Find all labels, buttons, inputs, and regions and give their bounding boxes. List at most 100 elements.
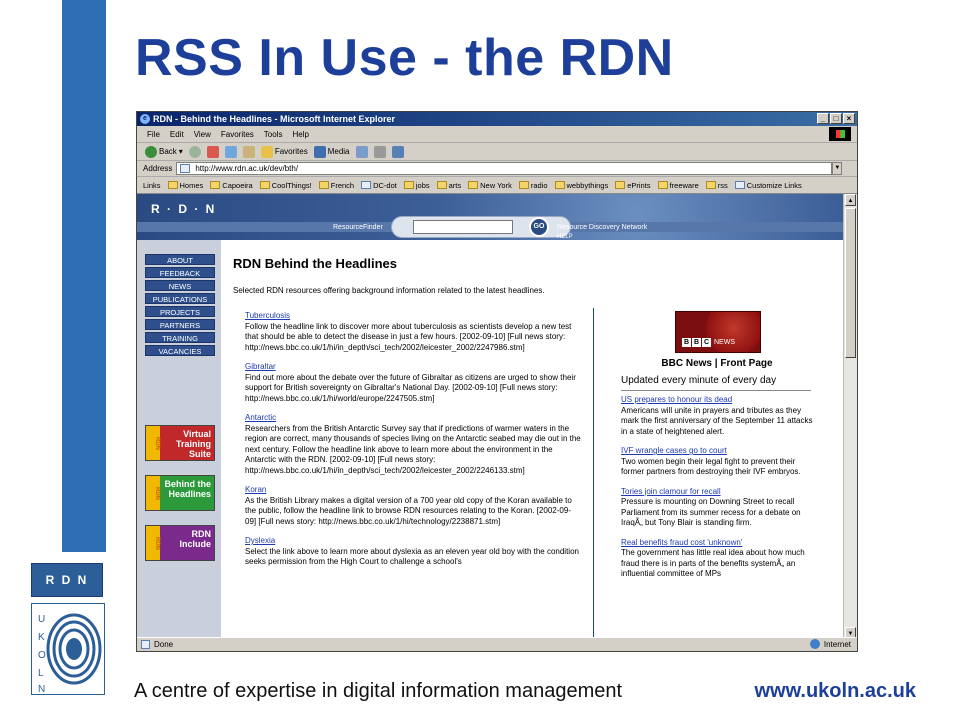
feed-link[interactable]: Real benefits fraud cost 'unknown' <box>621 538 817 549</box>
link-rss[interactable]: rss <box>705 181 728 190</box>
links-bar: Links Homes Capoeira CoolThings! French … <box>137 177 857 194</box>
link-customize-links[interactable]: Customize Links <box>734 181 802 190</box>
link-radio[interactable]: radio <box>518 181 548 190</box>
feed-link[interactable]: Tories join clamour for recall <box>621 487 817 498</box>
stop-icon[interactable] <box>206 145 219 158</box>
menu-file[interactable]: File <box>147 130 160 139</box>
minimize-button[interactable]: _ <box>817 113 829 124</box>
link-french[interactable]: French <box>318 181 354 190</box>
forward-arrow-icon[interactable] <box>188 145 201 158</box>
favorites-button[interactable]: Favorites <box>260 145 308 158</box>
headline-body: As the British Library makes a digital v… <box>245 495 572 526</box>
headline-link[interactable]: Tuberculosis <box>245 311 581 322</box>
nav-news[interactable]: NEWS <box>145 280 215 291</box>
link-webbythings[interactable]: webbythings <box>554 181 608 190</box>
link-arts[interactable]: arts <box>436 181 461 190</box>
feed-link[interactable]: US prepares to honour its dead <box>621 395 817 406</box>
page-icon <box>180 164 191 173</box>
ukoln-logo-mark: U K O L N <box>38 613 102 695</box>
promo-rdn-include[interactable]: RDN RDN Include <box>145 525 215 561</box>
promo-label: Behind the Headlines <box>164 479 212 499</box>
headline-link[interactable]: Koran <box>245 485 581 496</box>
close-button[interactable]: × <box>843 113 855 124</box>
headline-link[interactable]: Antarctic <box>245 413 581 424</box>
help-link[interactable]: HELP <box>557 234 573 240</box>
svg-text:L: L <box>38 668 44 679</box>
feed-body: The government has little real idea abou… <box>621 548 805 578</box>
link-coolthings[interactable]: CoolThings! <box>259 181 312 190</box>
media-label: Media <box>327 147 350 156</box>
headline-link[interactable]: Gibraltar <box>245 362 581 373</box>
favorites-icon <box>260 145 273 158</box>
menu-bar: File Edit View Favorites Tools Help <box>137 126 857 143</box>
menu-favorites[interactable]: Favorites <box>221 130 254 139</box>
scroll-up-button[interactable]: ▲ <box>845 194 856 206</box>
menu-edit[interactable]: Edit <box>170 130 184 139</box>
print-icon[interactable] <box>373 145 386 158</box>
edit-icon[interactable] <box>391 145 404 158</box>
nav-training[interactable]: TRAINING <box>145 332 215 343</box>
folder-icon <box>705 181 716 189</box>
maximize-button[interactable]: □ <box>830 113 842 124</box>
media-button[interactable]: Media <box>313 145 350 158</box>
list-item: Koran As the British Library makes a dig… <box>245 485 581 527</box>
folder-icon <box>468 181 479 189</box>
headline-list: Tuberculosis Follow the headline link to… <box>245 311 581 577</box>
address-input[interactable]: http://www.rdn.ac.uk/dev/bth/ <box>176 162 833 175</box>
headline-body: Researchers from the British Antarctic S… <box>245 423 581 475</box>
promo-virtual-training-suite[interactable]: RDN Virtual Training Suite <box>145 425 215 461</box>
link-homes[interactable]: Homes <box>167 181 203 190</box>
nav-publications[interactable]: PUBLICATIONS <box>145 293 215 304</box>
window-titlebar: e RDN - Behind the Headlines - Microsoft… <box>137 112 857 126</box>
nav-vacancies[interactable]: VACANCIES <box>145 345 215 356</box>
bbc-letter: C <box>702 338 711 347</box>
footer-url[interactable]: www.ukoln.ac.uk <box>754 680 916 703</box>
link-new-york[interactable]: New York <box>468 181 512 190</box>
menu-tools[interactable]: Tools <box>264 130 283 139</box>
vertical-scrollbar[interactable]: ▲ ▼ <box>843 194 857 639</box>
folder-icon <box>403 181 414 189</box>
back-button[interactable]: Back ▾ <box>145 145 183 158</box>
link-capoeira[interactable]: Capoeira <box>210 181 253 190</box>
ukoln-logo: U K O L N <box>31 603 105 695</box>
address-dropdown[interactable]: ▼ <box>832 162 843 175</box>
folder-icon <box>615 181 626 189</box>
rdn-banner: R · D · N ResourceFinder GO Resource Dis… <box>137 194 843 240</box>
nav-projects[interactable]: PROJECTS <box>145 306 215 317</box>
ie-icon: e <box>140 114 150 124</box>
refresh-icon[interactable] <box>224 145 237 158</box>
menu-view[interactable]: View <box>194 130 211 139</box>
rdn-vertical-logo: RDN <box>146 476 160 510</box>
go-button[interactable]: GO <box>529 217 549 237</box>
feed-link[interactable]: IVF wrangle cases go to court <box>621 446 817 457</box>
feed-item: IVF wrangle cases go to court Two women … <box>621 446 817 478</box>
link-freeware[interactable]: freeware <box>657 181 699 190</box>
zone-label: Internet <box>823 639 851 649</box>
history-icon[interactable] <box>355 145 368 158</box>
windows-flag-icon <box>829 127 851 141</box>
link-jobs[interactable]: jobs <box>403 181 430 190</box>
link-eprints[interactable]: ePrints <box>615 181 651 190</box>
nav-feedback[interactable]: FEEDBACK <box>145 267 215 278</box>
bbc-news-logo[interactable]: B B C NEWS <box>675 311 761 353</box>
promo-behind-the-headlines[interactable]: RDN Behind the Headlines <box>145 475 215 511</box>
svg-text:N: N <box>38 684 45 694</box>
home-icon[interactable] <box>242 145 255 158</box>
rdn-banner-logo[interactable]: R · D · N <box>151 202 216 216</box>
search-input[interactable] <box>413 220 513 234</box>
rdn-logo: R D N <box>31 563 103 597</box>
bbc-feed-title: BBC News | Front Page <box>661 358 773 369</box>
web-page: R · D · N ResourceFinder GO Resource Dis… <box>137 194 843 639</box>
link-dc-dot[interactable]: DC-dot <box>361 181 397 190</box>
headline-link[interactable]: Dyslexia <box>245 536 581 547</box>
bbc-feed-subtitle: Updated every minute of every day <box>621 375 777 386</box>
status-text: Done <box>154 640 174 649</box>
svg-text:O: O <box>38 650 46 661</box>
standard-toolbar: Back ▾ Favorites Media <box>137 143 857 161</box>
scroll-thumb[interactable] <box>845 208 856 358</box>
nav-about[interactable]: ABOUT <box>145 254 215 265</box>
nav-partners[interactable]: PARTNERS <box>145 319 215 330</box>
bbc-feed-list: US prepares to honour its dead Americans… <box>621 395 817 589</box>
menu-help[interactable]: Help <box>292 130 308 139</box>
window-title: RDN - Behind the Headlines - Microsoft I… <box>153 114 396 124</box>
